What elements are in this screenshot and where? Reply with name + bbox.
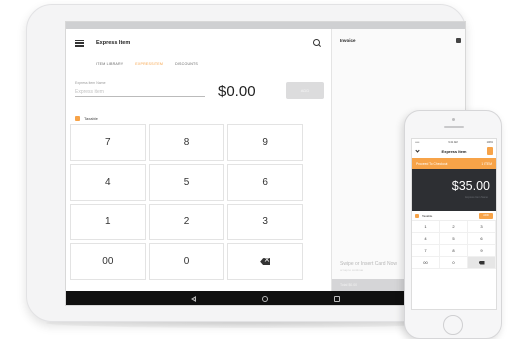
phone-key-4[interactable]: 4 [412,233,440,245]
item-name-input[interactable] [75,87,205,97]
phone-amount-caption: Express Item Name [465,196,488,199]
taxable-toggle[interactable]: Taxable [66,113,330,123]
product-photo: Express Item ITEM LIBRARY EXPRESSITEM DI… [0,0,508,339]
phone-key-00[interactable]: 00 [412,257,440,269]
tab-express-item[interactable]: EXPRESSITEM [135,62,163,66]
phone-key-5[interactable]: 5 [440,233,468,245]
key-6[interactable]: 6 [227,163,303,201]
key-2[interactable]: 2 [148,203,225,241]
express-item-pane: Express Item ITEM LIBRARY EXPRESSITEM DI… [66,29,330,291]
phone-amount-display: $35.00 [451,179,490,193]
backspace-icon [260,258,271,266]
phone-key-0[interactable]: 0 [440,257,468,269]
phone-add-button[interactable]: ADD [479,213,493,219]
key-00[interactable]: 00 [70,243,146,280]
phone-keypad: 1 2 3 4 5 6 7 8 9 00 0 [412,221,496,281]
amount-row: Express item Name $0.00 ADD [66,71,330,111]
recent-square-icon[interactable] [334,296,340,302]
home-circle-icon[interactable] [262,296,268,302]
key-8[interactable]: 8 [148,124,225,161]
card-prompt: Swipe or Insert Card Now [340,261,397,267]
search-icon[interactable] [313,39,321,47]
camera-icon [452,118,455,121]
taxable-label: Taxable [84,115,98,121]
charge-label: Total $0.00 [340,283,358,287]
carrier-signal: ••••• [415,140,420,144]
key-9[interactable]: 9 [227,124,303,161]
phone-key-3[interactable]: 3 [468,221,496,233]
key-1[interactable]: 1 [70,203,146,241]
phone-key-2[interactable]: 2 [440,221,468,233]
cart-icon[interactable] [487,147,493,155]
overflow-menu-icon[interactable] [456,38,461,43]
speaker-grille [444,126,464,128]
item-name-label: Express item Name [75,81,106,85]
phone-key-backspace[interactable] [468,257,496,269]
phone-page-title: Express Item [441,149,467,154]
status-time: 9:41 AM [448,140,458,144]
home-button[interactable] [443,315,463,335]
key-5[interactable]: 5 [148,163,225,201]
phone-taxable-checkbox[interactable] [415,213,419,218]
phone-key-8[interactable]: 8 [440,245,468,257]
checkout-label: Proceed To Checkout [416,161,448,166]
phone-screen: ••••• 9:41 AM 100% Express Item Proceed … [411,138,497,310]
tab-discounts[interactable]: DISCOUNTS [175,62,198,66]
tab-bar: ITEM LIBRARY EXPRESSITEM DISCOUNTS [66,57,330,71]
back-triangle-icon[interactable] [191,296,196,302]
phone-checkout-bar[interactable]: Proceed To Checkout 1 ITEM [412,158,496,169]
phone-amount-panel: $35.00 Express Item Name [412,169,496,211]
key-4[interactable]: 4 [70,163,146,201]
item-count: 1 ITEM [481,161,492,166]
phone-device: ••••• 9:41 AM 100% Express Item Proceed … [404,110,502,339]
phone-backspace-icon [478,260,485,265]
menu-icon[interactable] [75,39,84,47]
key-7[interactable]: 7 [70,124,146,161]
amount-display: $0.00 [218,83,256,100]
keypad: 7 8 9 4 5 6 1 2 3 00 0 [70,124,303,280]
page-title: Express Item [96,40,131,46]
add-button[interactable]: ADD [286,82,324,99]
invoice-title: Invoice [340,38,356,43]
phone-key-9[interactable]: 9 [468,245,496,257]
phone-taxable-label: Taxable [422,213,433,218]
status-bar [66,22,465,29]
tab-item-library[interactable]: ITEM LIBRARY [96,62,123,66]
key-0[interactable]: 0 [148,243,225,280]
phone-key-7[interactable]: 7 [412,245,440,257]
phone-key-1[interactable]: 1 [412,221,440,233]
phone-taxable-toggle[interactable]: Taxable ADD [412,211,496,221]
top-app-bar: Express Item [66,29,330,57]
battery-level: 100% [486,140,493,144]
card-prompt-sub: or tap to continue [340,268,364,272]
phone-top-bar: Express Item [412,145,496,158]
key-backspace[interactable] [227,243,303,280]
tablet-device: Express Item ITEM LIBRARY EXPRESSITEM DI… [26,4,466,322]
phone-key-6[interactable]: 6 [468,233,496,245]
key-3[interactable]: 3 [227,203,303,241]
taxable-checkbox[interactable] [75,115,80,121]
